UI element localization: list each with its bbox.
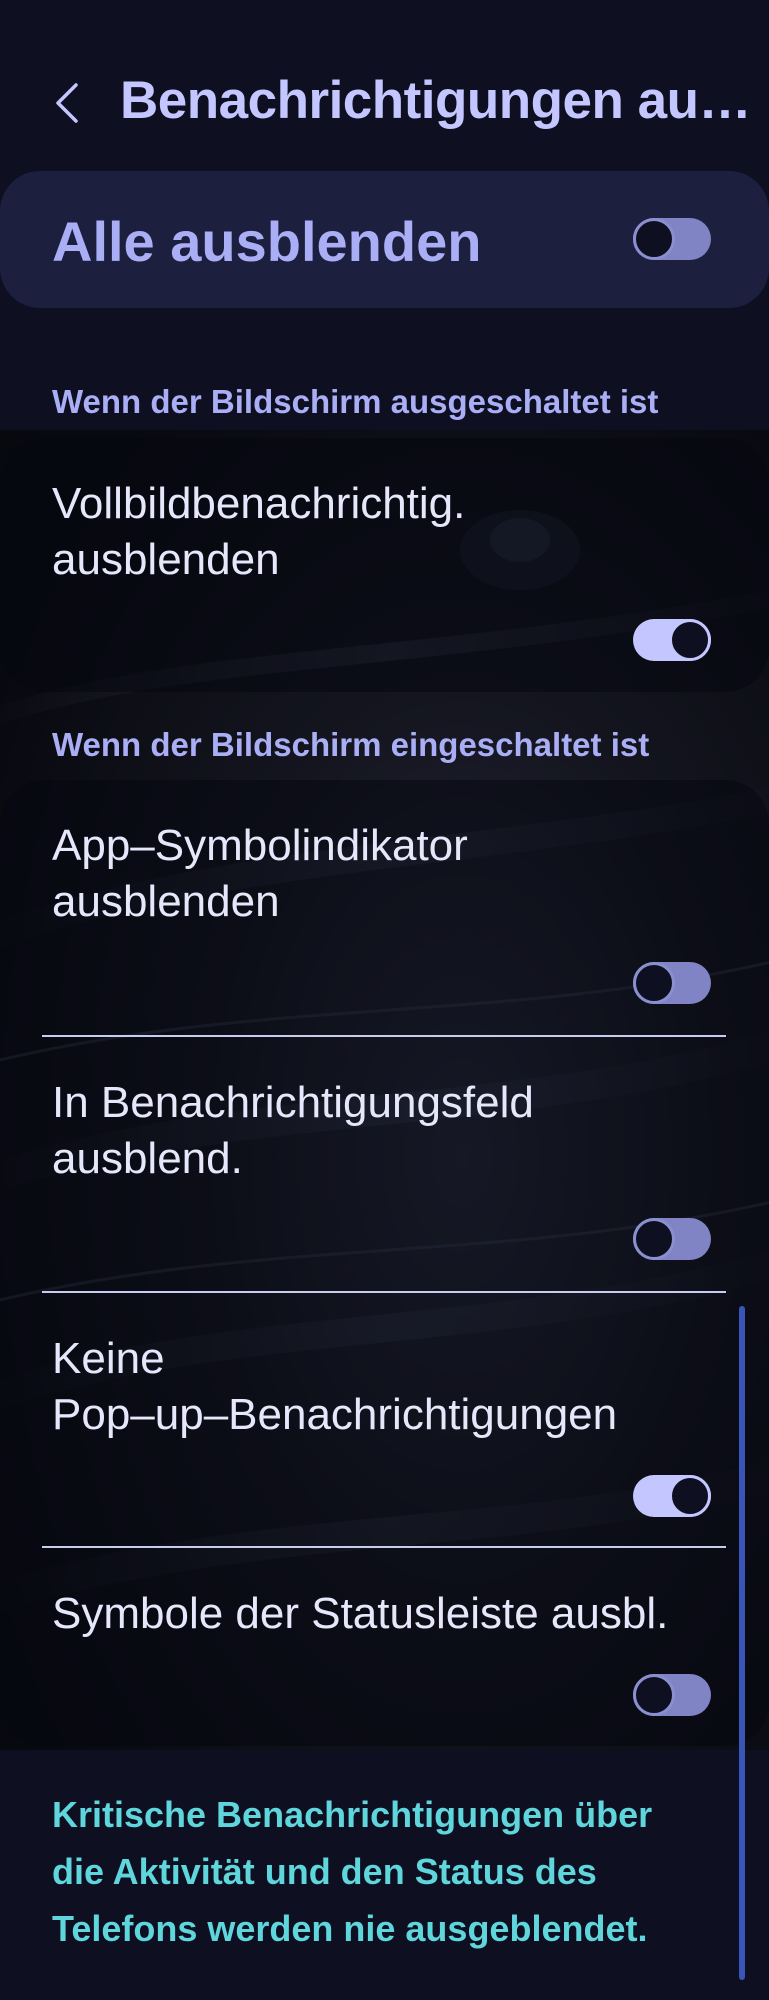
setting-label: In Benachrichtigungsfeld ausblend. <box>52 1078 534 1183</box>
section-header-screen-on: Wenn der Bildschirm eingeschaltet ist <box>52 726 650 763</box>
setting-row-fullscreen[interactable]: Vollbildbenachrichtig. ausblenden <box>0 438 769 692</box>
toggle-notification-panel[interactable] <box>633 1218 711 1260</box>
toggle-knob <box>633 962 675 1004</box>
setting-row-notification-panel[interactable]: In Benachrichtigungsfeld ausblend. <box>0 1037 769 1291</box>
toggle-app-icon-badge[interactable] <box>633 962 711 1004</box>
toggle-fullscreen[interactable] <box>633 619 711 661</box>
setting-row-popups[interactable]: Keine Pop–up–Benachrichtigungen <box>0 1293 769 1546</box>
setting-row-app-icon-badge[interactable]: App–Symbolindikator ausblenden <box>0 780 769 1035</box>
back-button[interactable] <box>40 76 94 130</box>
card-screen-on: App–Symbolindikator ausblenden In Benach… <box>0 780 769 1746</box>
master-toggle-label: Alle ausblenden <box>52 210 482 273</box>
toggle-knob <box>633 1218 675 1260</box>
toggle-knob <box>633 1674 675 1716</box>
setting-label: Vollbildbenachrichtig. ausblenden <box>52 479 466 584</box>
master-toggle-switch[interactable] <box>633 218 711 260</box>
toggle-knob <box>669 1475 711 1517</box>
toggle-knob <box>669 619 711 661</box>
toggle-knob <box>633 218 675 260</box>
master-toggle-row[interactable]: Alle ausblenden <box>0 171 769 308</box>
setting-row-status-bar-icons[interactable]: Symbole der Statusleiste ausbl. <box>0 1548 769 1746</box>
setting-label: Keine Pop–up–Benachrichtigungen <box>52 1334 618 1439</box>
app-header: Benachrichtigungen au… <box>0 60 769 150</box>
toggle-status-bar-icons[interactable] <box>633 1674 711 1716</box>
footer-note: Kritische Benachrichtigungen über die Ak… <box>52 1794 653 1949</box>
card-screen-off: Vollbildbenachrichtig. ausblenden <box>0 438 769 692</box>
section-header-screen-off: Wenn der Bildschirm ausgeschaltet ist <box>52 383 659 420</box>
setting-label: Symbole der Statusleiste ausbl. <box>52 1589 669 1638</box>
chevron-left-icon <box>56 83 78 123</box>
scrollbar[interactable] <box>739 1306 745 1980</box>
setting-label: App–Symbolindikator ausblenden <box>52 821 468 926</box>
toggle-popups[interactable] <box>633 1475 711 1517</box>
page-title: Benachrichtigungen au… <box>120 71 750 130</box>
